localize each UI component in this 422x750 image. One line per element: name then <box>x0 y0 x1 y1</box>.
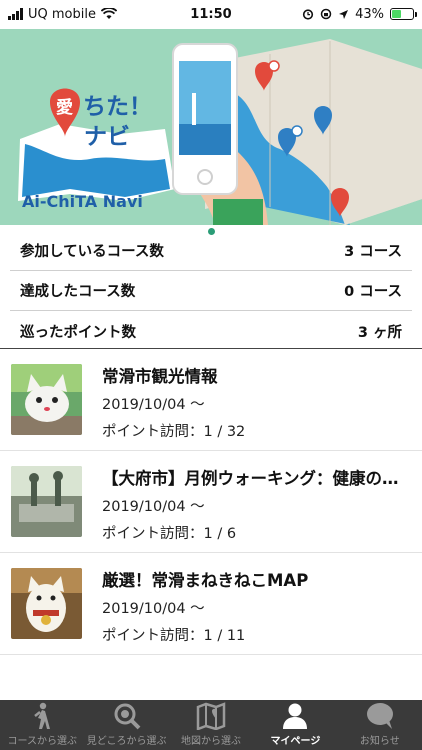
tab-label: お知らせ <box>359 736 400 747</box>
course-item-tokoname-tourism[interactable]: 常滑市観光情報 2019/10/04 ～ ポイント訪問：1 / 32 <box>0 349 422 451</box>
stat-visited-points: 巡ったポイント数 3 ヶ所 <box>10 311 412 351</box>
tab-select-by-map[interactable]: 地図から選ぶ <box>169 700 253 750</box>
course-visits: ポイント訪問：1 / 6 <box>102 526 237 542</box>
location-arrow-icon <box>339 9 349 19</box>
course-title: 厳選！常滑まねきねこMAP <box>102 571 309 590</box>
logo-text-2: ナビ <box>84 124 130 150</box>
alarm-icon <box>302 9 314 20</box>
stat-value: 3 ヶ所 <box>357 324 402 341</box>
stat-joined-courses: 参加しているコース数 3 コース <box>10 231 412 271</box>
rotation-lock-icon <box>320 8 332 20</box>
status-bar: UQ mobile 11:50 43% <box>0 0 422 28</box>
tab-label: マイページ <box>270 736 321 747</box>
svg-text:愛: 愛 <box>56 97 73 118</box>
stat-completed-courses: 達成したコース数 0 コース <box>10 271 412 311</box>
app-banner[interactable]: 愛 ちた！ ナビ Ai-ChiTA Navi <box>0 29 422 225</box>
stat-label: 達成したコース数 <box>20 284 136 300</box>
map-icon <box>196 702 226 730</box>
battery-icon <box>390 8 417 20</box>
tab-notices[interactable]: お知らせ <box>338 700 422 750</box>
brand-text: Ai-ChiTA Navi <box>22 192 143 211</box>
tab-label: コースから選ぶ <box>7 736 77 747</box>
course-thumbnail <box>11 568 82 639</box>
banner-illustration: 愛 ちた！ ナビ Ai-ChiTA Navi <box>0 29 422 225</box>
stat-value: 3 コース <box>344 244 402 260</box>
stats-section: 参加しているコース数 3 コース 達成したコース数 0 コース 巡ったポイント数… <box>10 231 412 351</box>
tab-select-by-course[interactable]: コースから選ぶ <box>0 700 84 750</box>
course-thumbnail <box>11 364 82 435</box>
course-item-maneki-neko-map[interactable]: 厳選！常滑まねきねこMAP 2019/10/04 ～ ポイント訪問：1 / 11 <box>0 553 422 655</box>
stat-label: 参加しているコース数 <box>20 244 164 260</box>
walker-icon <box>34 702 51 729</box>
tab-bar: コースから選ぶ 見どころから選ぶ 地図から選ぶ マイページ お知らせ <box>0 700 422 750</box>
tab-label: 地図から選ぶ <box>181 736 242 747</box>
tab-my-page[interactable]: マイページ <box>253 700 337 750</box>
course-title: 【大府市】月例ウォーキング：健康の… <box>102 469 399 488</box>
tab-select-by-spot[interactable]: 見どころから選ぶ <box>84 700 168 750</box>
course-visits: ポイント訪問：1 / 32 <box>102 424 246 440</box>
course-thumbnail <box>11 466 82 537</box>
tab-label: 見どころから選ぶ <box>86 736 167 747</box>
stat-value: 0 コース <box>344 284 402 300</box>
magnifier-icon <box>114 703 141 730</box>
course-title: 常滑市観光情報 <box>102 367 218 386</box>
course-visits: ポイント訪問：1 / 11 <box>102 628 246 644</box>
course-date: 2019/10/04 ～ <box>102 499 205 515</box>
logo-text-1: ちた！ <box>83 94 152 120</box>
battery-percent: 43% <box>355 6 384 22</box>
person-icon <box>283 703 308 729</box>
speech-bubble-icon <box>366 703 393 729</box>
course-date: 2019/10/04 ～ <box>102 601 205 617</box>
course-date: 2019/10/04 ～ <box>102 397 205 413</box>
stat-label: 巡ったポイント数 <box>20 324 136 341</box>
course-item-obu-walking[interactable]: 【大府市】月例ウォーキング：健康の… 2019/10/04 ～ ポイント訪問：1… <box>0 451 422 553</box>
